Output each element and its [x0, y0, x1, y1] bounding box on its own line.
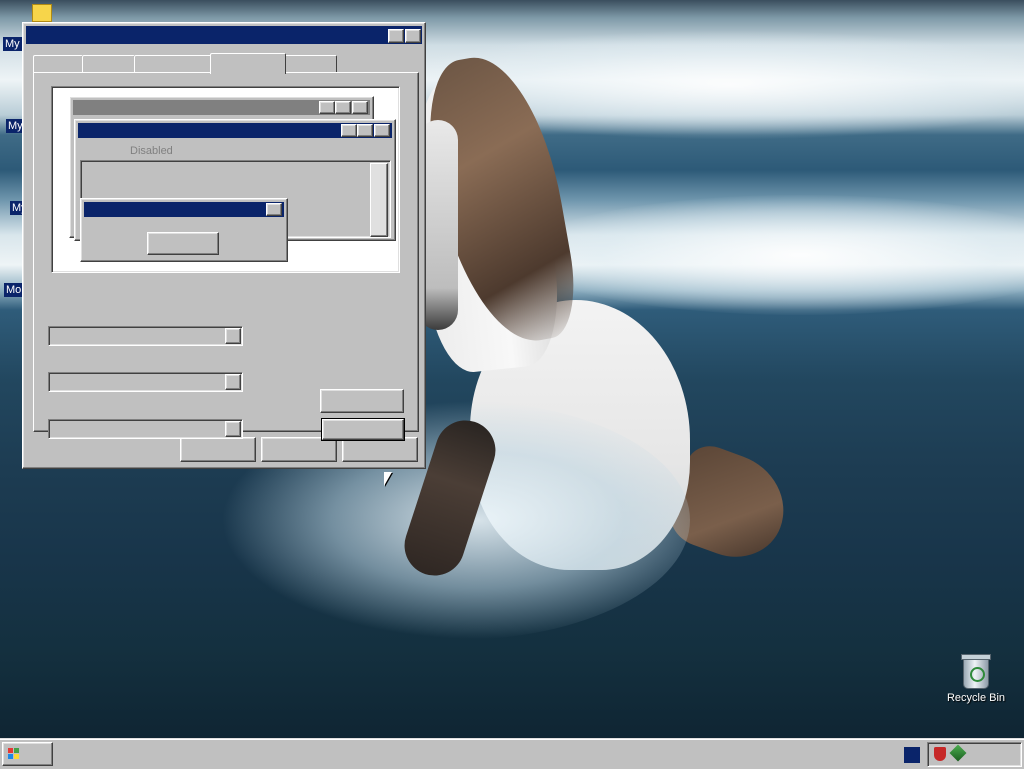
- color-scheme-select[interactable]: [48, 372, 243, 392]
- preview-message-title-bar: [84, 202, 284, 217]
- network-icon[interactable]: [949, 744, 967, 762]
- desktop-icon-label: My: [3, 37, 22, 51]
- maximize-icon: [335, 101, 351, 114]
- minimize-icon: [341, 124, 357, 137]
- close-icon: [352, 101, 368, 114]
- close-button[interactable]: [405, 29, 421, 43]
- close-icon: [374, 124, 390, 137]
- tab-strip: [33, 53, 417, 74]
- desktop-icon-label: Mo: [4, 283, 24, 297]
- dialog-title-bar[interactable]: [26, 26, 422, 44]
- folder-icon[interactable]: [32, 4, 52, 22]
- desktop-icon-my-documents[interactable]: My: [3, 37, 22, 51]
- tab-themes[interactable]: [33, 55, 83, 73]
- preview-ok-button: [147, 232, 219, 255]
- recycle-bin-icon: [961, 654, 991, 689]
- ok-button[interactable]: [180, 437, 256, 462]
- preview-menu-disabled: Disabled: [130, 145, 173, 157]
- tab-appearance[interactable]: [210, 53, 286, 74]
- minimize-icon: [319, 101, 335, 114]
- preview-active-title-bar: [78, 123, 392, 138]
- desktop-icon-label: Recycle Bin: [946, 692, 1006, 704]
- tray-app-icon[interactable]: [904, 747, 920, 763]
- help-button[interactable]: [388, 29, 404, 43]
- preview-inactive-title-bar: [73, 100, 370, 115]
- tab-settings[interactable]: [284, 55, 337, 73]
- maximize-icon: [357, 124, 373, 137]
- apply-button[interactable]: [342, 437, 418, 462]
- tab-desktop[interactable]: [82, 55, 135, 73]
- start-button[interactable]: [2, 742, 53, 766]
- wave-foam: [520, 195, 1024, 315]
- preview-message-box: [80, 198, 288, 262]
- appearance-panel: Disabled: [33, 72, 419, 441]
- chevron-down-icon[interactable]: [225, 374, 241, 390]
- chevron-down-icon[interactable]: [225, 421, 241, 437]
- system-tray: [927, 742, 1022, 767]
- tab-screen-saver[interactable]: [134, 55, 212, 73]
- mouse-pointer-icon: [384, 472, 392, 486]
- windows-logo-icon: [8, 748, 20, 760]
- cancel-button[interactable]: [261, 437, 337, 462]
- advanced-button[interactable]: [321, 418, 405, 441]
- windows-and-buttons-select[interactable]: [48, 326, 243, 346]
- desktop-icon-recycle-bin[interactable]: Recycle Bin: [944, 654, 1008, 704]
- desktop-icon-mozilla[interactable]: Mo: [4, 283, 24, 297]
- taskbar: [0, 738, 1024, 769]
- appearance-preview: Disabled: [51, 86, 400, 273]
- font-size-select[interactable]: [48, 419, 243, 439]
- shield-icon[interactable]: [934, 747, 946, 761]
- close-icon: [266, 203, 282, 216]
- effects-button[interactable]: [320, 389, 404, 413]
- preview-scrollbar: [370, 163, 388, 237]
- display-properties-dialog: Disabled: [22, 22, 426, 469]
- chevron-down-icon[interactable]: [225, 328, 241, 344]
